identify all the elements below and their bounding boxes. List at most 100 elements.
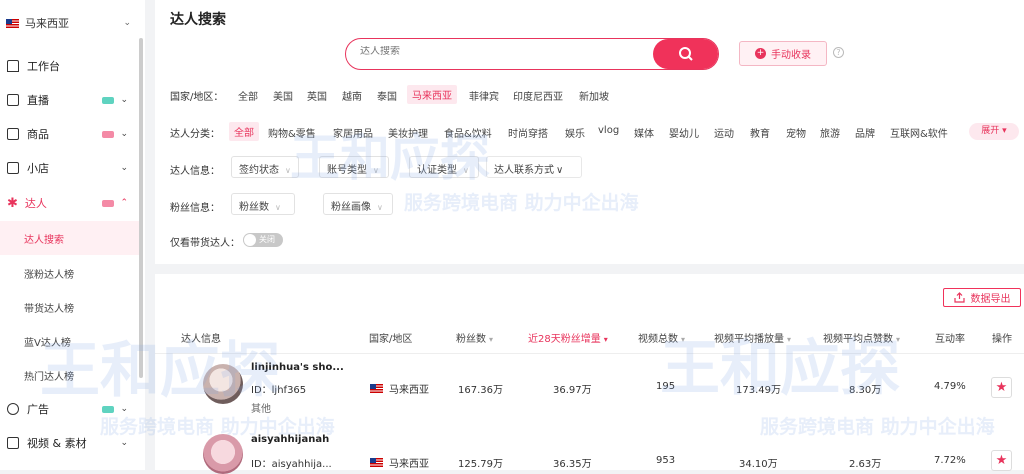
chevron-down-icon: ⌄ [120, 404, 128, 414]
sidebar-item-label: 工作台 [27, 60, 60, 73]
dropdown-label: 达人联系方式 [494, 165, 554, 176]
avatar[interactable] [203, 434, 243, 474]
sidebar-item-videos[interactable]: 视频 & 素材 ⌄ [0, 428, 140, 458]
manual-add-button[interactable]: + 手动收录 [739, 41, 827, 66]
chevron-down-icon: ⌄ [120, 129, 128, 139]
creator-name[interactable]: linjinhua's sho... [251, 362, 344, 373]
export-button[interactable]: 数据导出 [943, 288, 1021, 307]
cell-region: 马来西亚 [389, 385, 429, 396]
malaysia-flag-icon [370, 384, 383, 393]
category-chip[interactable]: 时尚穿搭 [508, 125, 548, 140]
col-header-avg-like[interactable]: 视频平均点赞数 ▾ [823, 330, 900, 345]
ad-icon [7, 403, 19, 415]
category-chip[interactable]: 旅游 [820, 125, 840, 140]
contract-status-dropdown[interactable]: 签约状态 ∨ [231, 156, 299, 178]
col-header-videos[interactable]: 视频总数 ▾ [638, 330, 685, 345]
chevron-down-icon: ⌄ [123, 18, 131, 28]
sidebar-subitem-sales-rank[interactable]: 带货达人榜 [0, 290, 140, 324]
shop-icon [7, 162, 19, 174]
category-chip[interactable]: 家居用品 [333, 125, 373, 140]
chevron-down-icon: ⌄ [120, 163, 128, 173]
sidebar-scrollbar[interactable] [139, 38, 143, 378]
cell-engagement: 7.72% [934, 455, 966, 466]
star-icon: ★ [995, 453, 1008, 468]
favorite-button[interactable]: ★ [991, 450, 1012, 471]
sidebar-item-ads[interactable]: 广告 ⌄ [0, 394, 140, 424]
dropdown-label: 账号类型 [327, 165, 367, 176]
sidebar-subitem-hot-rank[interactable]: 热门达人榜 [0, 358, 140, 392]
sidebar-subitem-label: 蓝V达人榜 [24, 337, 71, 349]
region-chip[interactable]: 越南 [342, 88, 362, 103]
help-icon[interactable]: ? [833, 47, 844, 58]
verification-type-dropdown[interactable]: 认证类型 ∨ [409, 156, 479, 178]
sidebar-item-products[interactable]: 商品 ⌄ [0, 119, 140, 149]
category-chip[interactable]: 品牌 [855, 125, 875, 140]
expand-categories-button[interactable]: 展开 ▾ [969, 123, 1019, 140]
category-chip[interactable]: 宠物 [786, 125, 806, 140]
category-chip-selected[interactable]: 全部 [229, 122, 259, 141]
malaysia-flag-icon [370, 458, 383, 467]
col-header-avg-play[interactable]: 视频平均播放量 ▾ [714, 330, 791, 345]
category-chip[interactable]: 美妆护理 [388, 125, 428, 140]
cell-fans: 125.79万 [458, 459, 503, 470]
category-chip[interactable]: 购物&零售 [268, 125, 316, 140]
cell-avg-like: 8.30万 [849, 385, 882, 396]
region-chip[interactable]: 印度尼西亚 [513, 88, 563, 103]
home-icon [7, 60, 19, 72]
region-chip[interactable]: 菲律宾 [469, 88, 499, 103]
new-tag-icon [102, 405, 115, 413]
region-chip[interactable]: 全部 [238, 88, 258, 103]
sidebar-item-creators[interactable]: ✱ 达人 ⌃ [0, 188, 140, 218]
avatar[interactable] [203, 364, 243, 404]
header-label: 粉丝数 [456, 334, 486, 345]
sidebar-item-workbench[interactable]: 工作台 [0, 51, 140, 81]
search-input[interactable] [360, 46, 640, 57]
search-button[interactable] [653, 39, 718, 69]
account-type-dropdown[interactable]: 账号类型 ∨ [319, 156, 389, 178]
sidebar-item-shop[interactable]: 小店 ⌄ [0, 153, 140, 183]
chevron-down-icon: ∨ [285, 166, 291, 175]
sidebar-subitem-bluev-rank[interactable]: 蓝V达人榜 [0, 324, 140, 358]
region-chip[interactable]: 泰国 [377, 88, 397, 103]
caret-down-icon: ▾ [1002, 126, 1007, 136]
cell-videos: 953 [656, 455, 676, 466]
plus-icon: + [755, 48, 766, 59]
category-chip[interactable]: 教育 [750, 125, 770, 140]
category-chip[interactable]: 食品&饮料 [444, 125, 492, 140]
region-chip-selected[interactable]: 马来西亚 [407, 85, 457, 104]
new-tag-icon [102, 96, 115, 104]
category-chip[interactable]: 运动 [714, 125, 734, 140]
category-chip[interactable]: 媒体 [634, 125, 654, 140]
cell-region: 马来西亚 [389, 459, 429, 470]
table-header-divider [155, 353, 1024, 354]
category-chip[interactable]: 娱乐 [565, 125, 585, 140]
sort-desc-icon: ▾ [603, 335, 608, 344]
favorite-button[interactable]: ★ [991, 377, 1012, 398]
chevron-up-icon: ⌃ [120, 198, 128, 208]
header-label: 视频总数 [638, 334, 678, 345]
star-icon: ✱ [7, 195, 18, 211]
category-chip[interactable]: 互联网&软件 [890, 125, 948, 140]
contact-method-dropdown[interactable]: 达人联系方式 ∨ [486, 156, 582, 178]
fans-profile-dropdown[interactable]: 粉丝画像 ∨ [323, 193, 393, 215]
col-header-fans[interactable]: 粉丝数 ▾ [456, 330, 493, 345]
sidebar-item-live[interactable]: 直播 ⌄ [0, 85, 140, 115]
region-chip[interactable]: 新加坡 [579, 88, 609, 103]
cell-engagement: 4.79% [934, 381, 966, 392]
region-chip[interactable]: 英国 [307, 88, 327, 103]
sidebar-subitem-creator-search[interactable]: 达人搜索 [0, 221, 140, 255]
col-header-fans-growth[interactable]: 近28天粉丝增量 ▾ [528, 330, 608, 345]
hot-tag-icon [102, 130, 115, 138]
category-filter-label: 达人分类： [170, 129, 220, 140]
category-chip[interactable]: 婴幼儿 [669, 125, 699, 140]
category-chip[interactable]: vlog [598, 125, 619, 136]
sidebar-item-label: 广告 [27, 403, 49, 416]
goods-only-toggle[interactable]: 关闭 [243, 233, 283, 247]
creator-name[interactable]: aisyahhijanah [251, 434, 329, 445]
goods-only-label: 仅看带货达人： [170, 238, 240, 249]
region-chip[interactable]: 美国 [273, 88, 293, 103]
page-title: 达人搜索 [170, 12, 226, 28]
region-selector[interactable]: 马来西亚 ⌄ [6, 14, 131, 32]
sidebar-subitem-fans-growth-rank[interactable]: 涨粉达人榜 [0, 256, 140, 290]
fans-count-dropdown[interactable]: 粉丝数 ∨ [231, 193, 295, 215]
